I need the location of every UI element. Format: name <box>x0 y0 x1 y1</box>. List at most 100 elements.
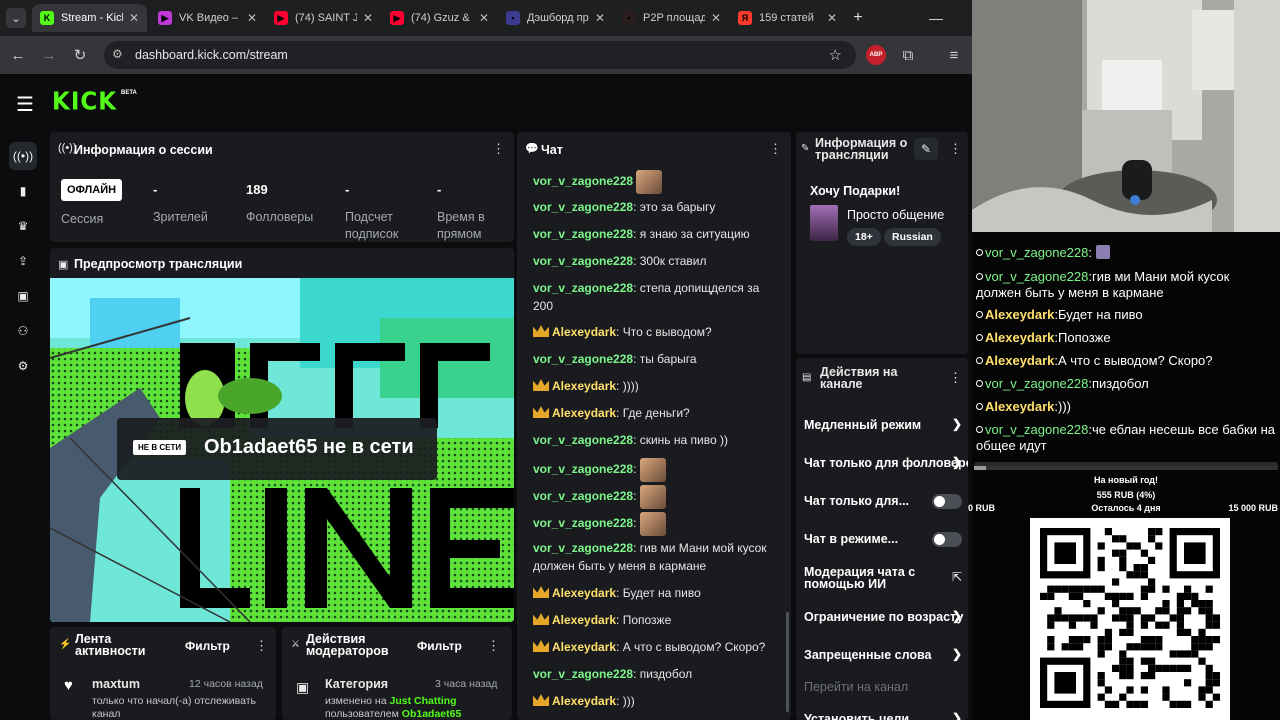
chat-username[interactable]: vor_v_zagone228 <box>533 352 633 366</box>
chat-username[interactable]: vor_v_zagone228 <box>533 200 633 214</box>
overlay-username: vor_v_zagone228 <box>985 245 1089 260</box>
tab-label: P2P площадка <box>643 12 705 24</box>
chat-username[interactable]: Alexeydark <box>552 325 616 339</box>
reading-list-icon[interactable]: ≡ <box>943 44 965 66</box>
back-icon[interactable]: ← <box>7 44 29 66</box>
emote-image <box>639 458 666 482</box>
kebab-menu-icon[interactable]: ⋮ <box>769 141 782 157</box>
kick-logo[interactable]: KICK <box>52 88 117 117</box>
chat-username[interactable]: vor_v_zagone228 <box>533 667 633 681</box>
edit-pencil-icon[interactable]: ✎ <box>914 138 938 160</box>
trophy-nav-icon[interactable]: ♛ <box>9 212 37 240</box>
chat-username[interactable]: Alexeydark <box>552 379 616 393</box>
browser-tab[interactable]: ▶ VK Видео – Бесплатн ✕ <box>150 4 265 32</box>
address-bar[interactable]: ⚙ dashboard.kick.com/stream ☆ <box>104 41 856 69</box>
category-name[interactable]: Просто общение <box>847 208 944 222</box>
mod-user-link[interactable]: Ob1adaet65 <box>402 708 462 720</box>
browser-tab[interactable]: Я 159 статей ✕ <box>730 4 845 32</box>
activity-filter-button[interactable]: Фильтр <box>185 639 230 653</box>
chat-username[interactable]: vor_v_zagone228 <box>533 489 633 503</box>
kebab-menu-icon[interactable]: ⋮ <box>487 638 500 654</box>
kebab-menu-icon[interactable]: ⋮ <box>255 638 268 654</box>
browser-tab[interactable]: ▪ P2P площадка ✕ <box>614 4 729 32</box>
channel-action-item[interactable]: Ограничение по возрасту ❯ <box>796 608 968 638</box>
channel-action-item[interactable]: Перейти на канал <box>796 678 968 708</box>
mod-text-by: пользователем <box>325 708 402 720</box>
chat-username[interactable]: Alexeydark <box>552 406 616 420</box>
forward-icon[interactable]: → <box>38 44 60 66</box>
toggle-switch[interactable] <box>932 532 962 547</box>
chat-text: : 300к ставил <box>633 254 707 268</box>
menu-icon[interactable]: ☰ <box>16 92 34 117</box>
channel-action-item[interactable]: Чат только для... <box>796 492 968 522</box>
extensions-icon[interactable]: ⧉ <box>897 44 919 66</box>
channel-action-item[interactable]: Модерация чата с помощью ИИ ⇱ <box>796 564 968 594</box>
mod-item-time: 3 часа назад <box>435 678 498 690</box>
chat-username[interactable]: vor_v_zagone228 <box>533 254 633 268</box>
chat-username[interactable]: vor_v_zagone228 <box>533 227 633 241</box>
analytics-nav-icon[interactable]: ▮ <box>9 177 37 205</box>
toggle-switch[interactable] <box>932 494 962 509</box>
settings-nav-icon[interactable]: ⚙ <box>9 352 37 380</box>
kebab-menu-icon[interactable]: ⋮ <box>492 141 505 157</box>
browser-tab[interactable]: ▶ (74) Gzuz & Bonez ✕ <box>382 4 497 32</box>
chat-username[interactable]: Alexeydark <box>552 694 616 708</box>
donation-qr-code <box>1030 518 1230 720</box>
browser-tab[interactable]: ▶ (74) SAINT JHN - R ✕ <box>266 4 381 32</box>
channel-action-item[interactable]: Запрещенные слова ❯ <box>796 646 968 676</box>
activity-text: только что начал(-а) отслеживать канал <box>92 695 257 720</box>
tab-close-icon[interactable]: ✕ <box>363 11 373 25</box>
category-thumbnail <box>810 205 838 241</box>
stat-value: 189 <box>246 182 268 197</box>
tab-close-icon[interactable]: ✕ <box>247 11 257 25</box>
chat-username[interactable]: vor_v_zagone228 <box>533 462 633 476</box>
stream-nav-icon[interactable]: ((•)) <box>9 142 37 170</box>
channel-action-item[interactable]: Чат в режиме... <box>796 530 968 560</box>
tab-close-icon[interactable]: ✕ <box>129 11 139 25</box>
chat-username[interactable]: vor_v_zagone228 <box>533 433 633 447</box>
tab-search-icon[interactable]: ⌄ <box>6 8 26 28</box>
chat-message: Alexeydark: Что с выводом? <box>533 323 773 341</box>
goal-title: На новый год! <box>1094 475 1158 485</box>
chat-username[interactable]: vor_v_zagone228 <box>533 541 633 555</box>
kebab-menu-icon[interactable]: ⋮ <box>949 370 962 386</box>
chat-username[interactable]: Alexeydark <box>552 640 616 654</box>
community-nav-icon[interactable]: ⚇ <box>9 317 37 345</box>
browser-tab[interactable]: K Stream - Kick ✕ <box>32 4 147 32</box>
channel-action-item[interactable]: Чат только для фолловеров ❯ <box>796 454 968 484</box>
adblock-extension-icon[interactable]: ABP <box>866 45 886 65</box>
chat-username[interactable]: vor_v_zagone228 <box>533 281 633 295</box>
chat-message: Alexeydark: Где деньги? <box>533 404 773 422</box>
chat-username[interactable]: Alexeydark <box>552 613 616 627</box>
reload-icon[interactable]: ↻ <box>69 44 91 66</box>
kebab-menu-icon[interactable]: ⋮ <box>949 141 962 157</box>
channel-action-item[interactable]: Установить цели ❯ <box>796 710 968 720</box>
minimize-window-icon[interactable]: — <box>926 8 946 28</box>
tab-close-icon[interactable]: ✕ <box>711 11 721 25</box>
bullet-icon <box>976 403 983 410</box>
dashboard-sidebar: ((•)) ▮ ♛ ⇪ ▣ ⚇ ⚙ <box>0 130 46 720</box>
goal-progress-fill <box>974 466 987 470</box>
overlay-chat-message: vor_v_zagone228:гив ми Мани мой кусок до… <box>976 269 1276 301</box>
new-tab-button[interactable]: + <box>848 8 868 28</box>
overlay-text: : <box>1088 245 1092 260</box>
tab-close-icon[interactable]: ✕ <box>479 11 489 25</box>
chat-username[interactable]: vor_v_zagone228 <box>533 516 633 530</box>
tab-close-icon[interactable]: ✕ <box>827 11 837 25</box>
upload-nav-icon[interactable]: ⇪ <box>9 247 37 275</box>
activity-user[interactable]: maxtum <box>92 677 140 691</box>
webcam-view <box>972 0 1280 232</box>
chat-message: vor_v_zagone228: это за барыгу <box>533 198 773 216</box>
browser-tab[interactable]: ▪ Дэшборд продавца ✕ <box>498 4 613 32</box>
chat-username[interactable]: Alexeydark <box>552 586 616 600</box>
site-info-icon[interactable]: ⚙ <box>112 47 123 61</box>
overlay-text: :пиздобол <box>1088 376 1149 391</box>
clips-nav-icon[interactable]: ▣ <box>9 282 37 310</box>
chat-scrollbar[interactable] <box>786 612 789 712</box>
tab-close-icon[interactable]: ✕ <box>595 11 605 25</box>
channel-action-item[interactable]: Медленный режим ❯ <box>796 416 968 446</box>
bookmark-star-icon[interactable]: ☆ <box>829 46 842 64</box>
chat-username[interactable]: vor_v_zagone228 <box>533 174 633 188</box>
mod-filter-button[interactable]: Фильтр <box>417 639 462 653</box>
mod-category-link[interactable]: Just Chatting <box>390 695 457 707</box>
